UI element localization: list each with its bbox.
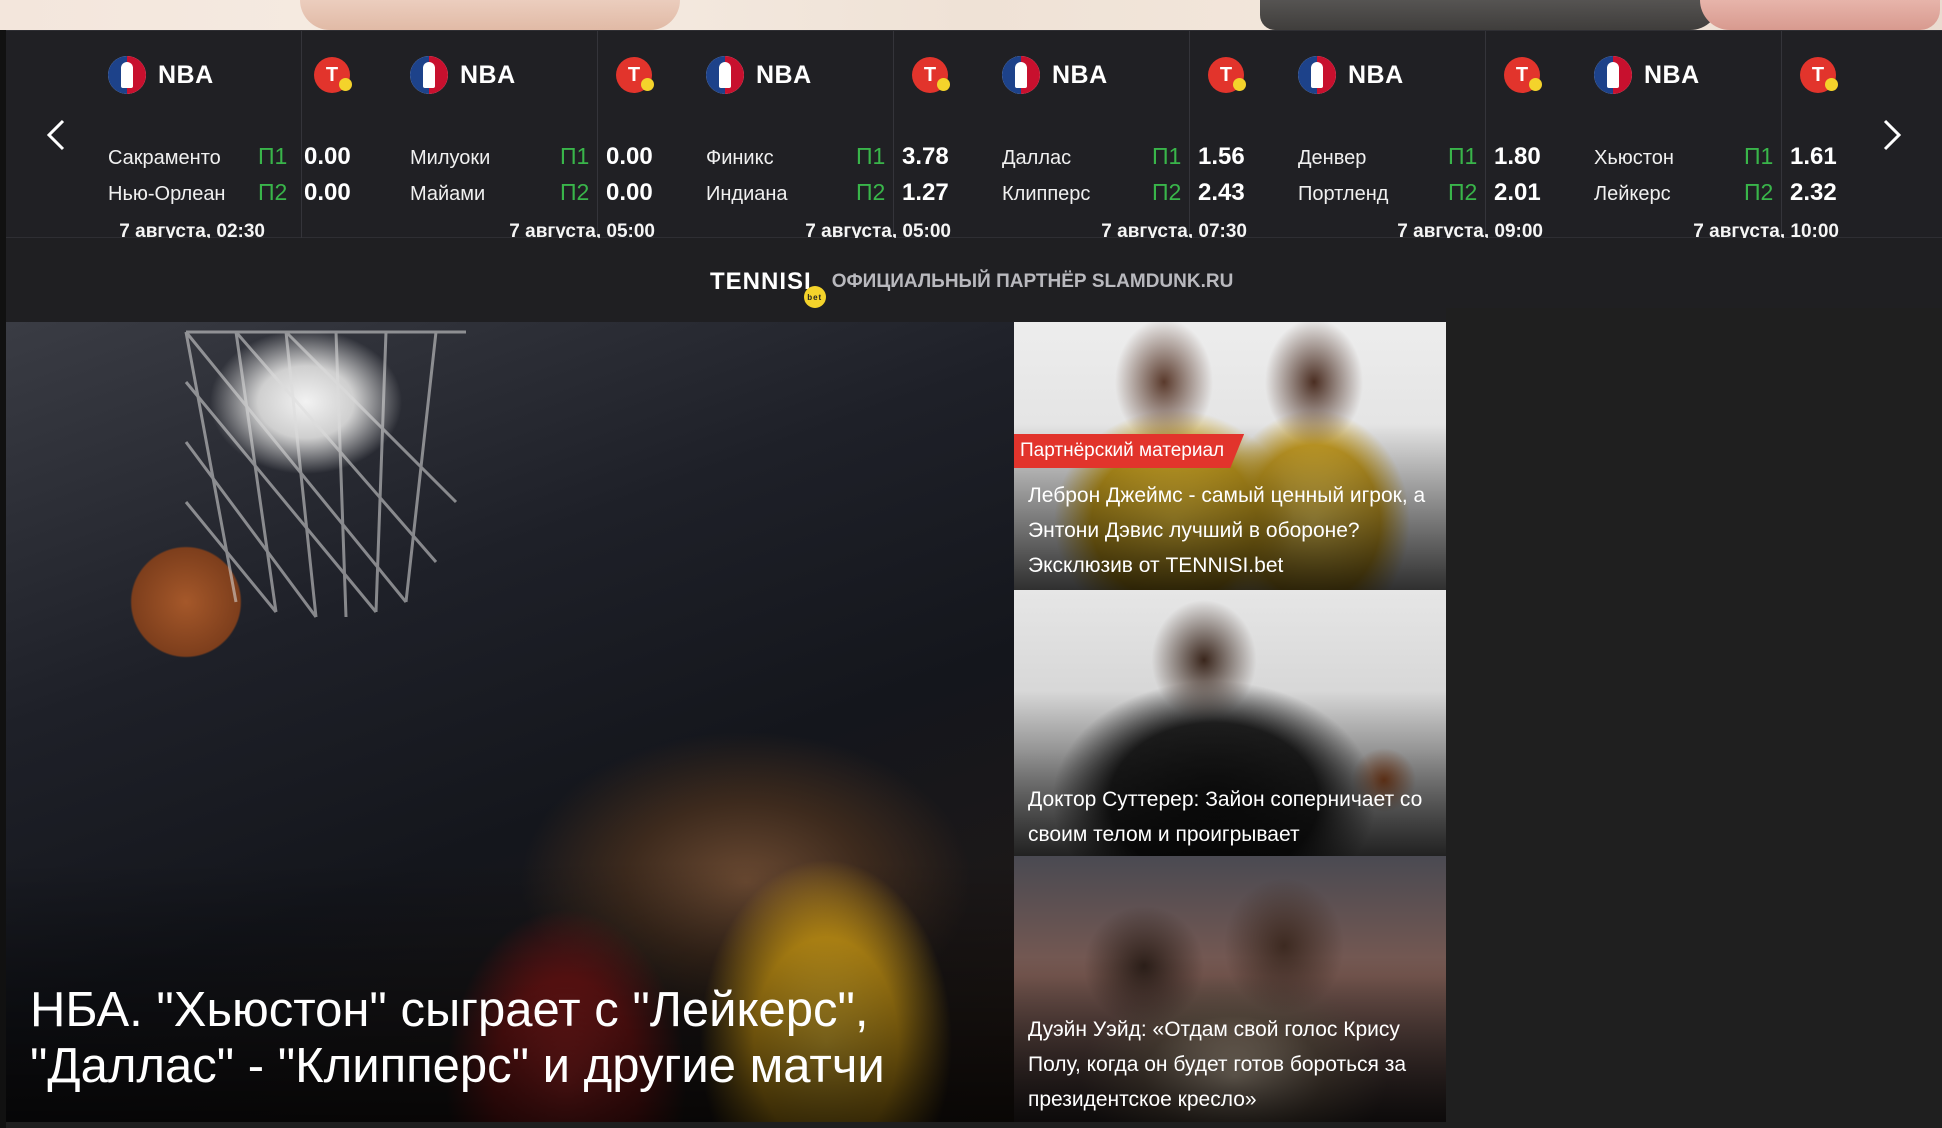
match-card[interactable]: NBA T Финикс Индиана П1 3.78 П2 1.27 7 а… [598, 31, 951, 242]
team-away: Нью-Орлеан [108, 183, 226, 205]
team-home: Хьюстон [1594, 147, 1674, 169]
odd-value-p1[interactable]: 1.61 [1790, 143, 1837, 171]
odd-label-p1: П1 [856, 143, 886, 169]
news-card[interactable]: Дуэйн Уэйд: «Отдам свой голос Крису Полу… [1014, 856, 1446, 1122]
basketball-net-image [184, 330, 466, 618]
match-card[interactable]: NBA T Даллас Клипперс П1 1.56 П2 2.43 7 … [894, 31, 1247, 242]
team-away: Майами [410, 183, 486, 205]
league-name: NBA [1644, 60, 1700, 89]
nba-logo-icon [706, 56, 744, 94]
hero-article[interactable]: НБА. "Хьюстон" сыграет с "Лейкерс", "Дал… [6, 322, 1014, 1122]
right-column [1446, 308, 1942, 1128]
nba-logo-icon [108, 56, 146, 94]
team-home: Милуоки [410, 147, 491, 169]
nba-logo-icon [1298, 56, 1336, 94]
league-name: NBA [756, 60, 812, 89]
odds-carousel: NBA T Сакраменто Нью-Орлеан П1 0.00 П2 0… [6, 30, 1942, 242]
bookmaker-logo-icon: T [1800, 57, 1838, 93]
tennisi-bet-badge: bet [803, 286, 826, 308]
team-home: Денвер [1298, 147, 1367, 169]
odd-label-p1: П1 [1152, 143, 1182, 169]
nba-logo-icon [410, 56, 448, 94]
banner-shoe-image [1700, 0, 1940, 30]
team-away: Лейкерс [1594, 183, 1671, 205]
match-card[interactable]: NBA T Денвер Портленд П1 1.80 П2 2.01 7 … [1190, 31, 1543, 242]
match-card[interactable]: NBA T Хьюстон Лейкерс П1 1.61 П2 2.32 7 … [1486, 31, 1839, 242]
news-card-title[interactable]: Леброн Джеймс - самый ценный игрок, а Эн… [1028, 478, 1438, 583]
odd-label-p2: П2 [560, 179, 590, 205]
team-away: Индиана [706, 183, 788, 205]
league-name: NBA [1348, 60, 1404, 89]
banner-shoe-image [300, 0, 680, 30]
odd-label-p2: П2 [1744, 179, 1774, 205]
chevron-right-icon[interactable] [1872, 115, 1912, 155]
news-card[interactable]: Партнёрский материал Леброн Джеймс - сам… [1014, 322, 1446, 590]
hero-title[interactable]: НБА. "Хьюстон" сыграет с "Лейкерс", "Дал… [30, 982, 990, 1094]
banner-shoe-image [1260, 0, 1720, 30]
odd-label-p1: П1 [560, 143, 590, 169]
odd-label-p1: П1 [1448, 143, 1478, 169]
nba-logo-icon [1002, 56, 1040, 94]
league-name: NBA [158, 60, 214, 89]
odd-value-p2[interactable]: 2.32 [1790, 179, 1837, 207]
team-away: Клипперс [1002, 183, 1091, 205]
league-name: NBA [1052, 60, 1108, 89]
odd-label-p2: П2 [258, 179, 288, 205]
match-card[interactable]: NBA T Сакраменто Нью-Орлеан П1 0.00 П2 0… [6, 31, 352, 242]
match-card[interactable]: NBA T Милуоки Майами П1 0.00 П2 0.00 7 а… [302, 31, 655, 242]
news-card-title[interactable]: Дуэйн Уэйд: «Отдам свой голос Крису Полу… [1028, 1012, 1438, 1117]
tennisi-logo: TENNISI bet [710, 268, 826, 308]
news-card[interactable]: Доктор Суттерер: Зайон соперничает со св… [1014, 590, 1446, 856]
team-home: Финикс [706, 147, 774, 169]
odd-label-p2: П2 [1448, 179, 1478, 205]
team-home: Сакраменто [108, 147, 221, 169]
partner-text: ОФИЦИАЛЬНЫЙ ПАРТНЁР SLAMDUNK.RU [831, 271, 1234, 292]
team-home: Даллас [1002, 147, 1072, 169]
odd-label-p2: П2 [1152, 179, 1182, 205]
top-ad-banner[interactable] [0, 0, 1942, 30]
odd-label-p2: П2 [856, 179, 886, 205]
team-away: Портленд [1298, 183, 1389, 205]
partner-material-badge: Партнёрский материал [1014, 434, 1245, 468]
odd-label-p1: П1 [1744, 143, 1774, 169]
odd-label-p1: П1 [258, 143, 288, 169]
nba-logo-icon [1594, 56, 1632, 94]
news-card-title[interactable]: Доктор Суттерер: Зайон соперничает со св… [1028, 782, 1438, 852]
league-name: NBA [460, 60, 516, 89]
